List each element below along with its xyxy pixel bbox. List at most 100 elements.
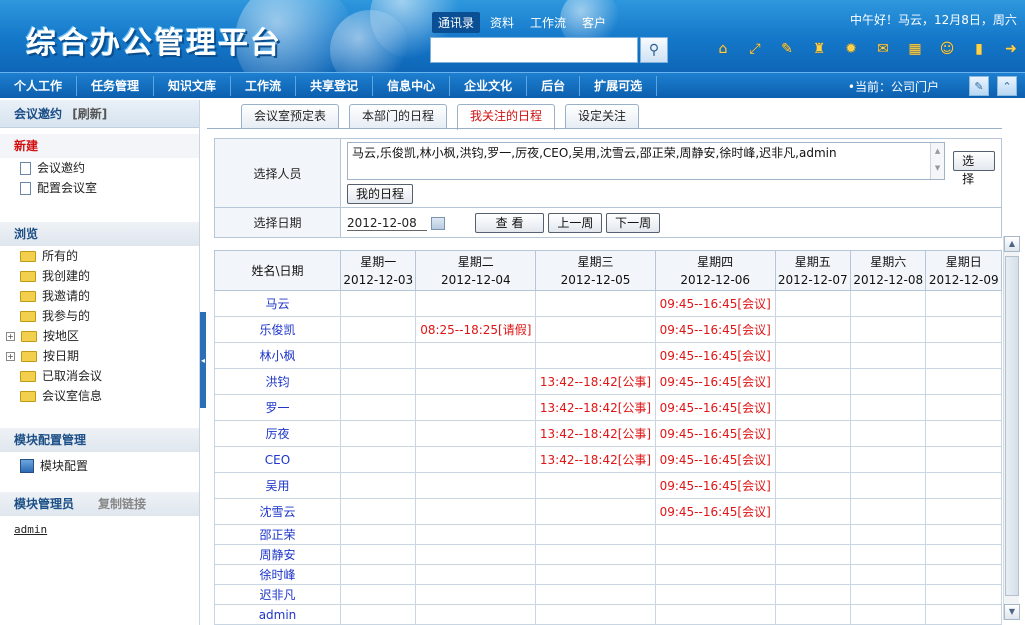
top-tab-customers[interactable]: 客户 [576, 12, 612, 33]
schedule-event[interactable]: 09:45--16:45[会议] [654, 394, 776, 421]
view-button[interactable]: 查 看 [474, 212, 545, 233]
folder-icon [20, 310, 36, 322]
expand-plus-icon[interactable]: + [6, 351, 15, 361]
schedule-cell [849, 584, 927, 605]
tab-room-booking[interactable]: 会议室预定表 [241, 104, 340, 128]
person-name-link[interactable]: 洪钧 [214, 368, 341, 395]
home-icon[interactable]: ⌂ [712, 38, 734, 60]
person-name-link[interactable]: 罗一 [214, 394, 341, 421]
textarea-scrollbar[interactable]: ▲ ▼ [930, 143, 945, 179]
top-tab-contacts[interactable]: 通讯录 [432, 12, 481, 33]
person-name-link[interactable]: 林小枫 [214, 342, 341, 369]
sidebar-item-config-room[interactable]: 配置会议室 [0, 178, 199, 198]
notes-icon[interactable]: ✎ [776, 38, 798, 60]
refresh-link[interactable]: [刷新] [72, 107, 107, 121]
calendar-icon[interactable] [430, 216, 445, 230]
schedule-event[interactable]: 09:45--16:45[会议] [654, 498, 776, 525]
person-name-link[interactable]: 周静安 [214, 544, 341, 565]
sidebar-collapse-handle[interactable]: ◂ [200, 312, 206, 408]
tab-set-follow[interactable]: 设定关注 [565, 104, 640, 128]
nav-extensions[interactable]: 扩展可选 [580, 75, 658, 96]
expand-plus-icon[interactable]: + [6, 331, 15, 341]
copy-link[interactable]: 复制链接 [98, 497, 146, 511]
sun-icon[interactable]: ✹ [840, 38, 862, 60]
nav-workflow[interactable]: 工作流 [231, 75, 297, 96]
arrows-icon[interactable]: ⤢ [744, 38, 766, 60]
sidebar-item-created[interactable]: 我创建的 [0, 266, 199, 286]
sidebar-item-room-info[interactable]: 会议室信息 [0, 386, 199, 406]
schedule-cell [535, 316, 656, 343]
sidebar-item-module-config[interactable]: 模块配置 [0, 456, 199, 476]
nav-task-management[interactable]: 任务管理 [77, 75, 155, 96]
sidebar-item-participated[interactable]: 我参与的 [0, 306, 199, 326]
calendar-icon[interactable]: ▦ [904, 38, 926, 60]
people-textarea[interactable]: 马云,乐俊凯,林小枫,洪钧,罗一,厉夜,CEO,吴用,沈雪云,邵正荣,周静安,徐… [347, 142, 946, 180]
schedule-cell [925, 584, 1002, 605]
person-name-link[interactable]: 乐俊凯 [214, 316, 341, 343]
search-button[interactable]: ⚲ [640, 37, 668, 63]
schedule-event[interactable]: 09:45--16:45[会议] [654, 316, 776, 343]
prev-week-button[interactable]: 上一周 [548, 212, 603, 233]
nav-info-center[interactable]: 信息中心 [373, 75, 451, 96]
sidebar-item-cancelled[interactable]: 已取消会议 [0, 366, 199, 386]
select-person-button[interactable]: 选择 [953, 151, 995, 186]
tab-followed-schedule[interactable]: 我关注的日程 [457, 104, 556, 130]
schedule-cell [774, 368, 852, 395]
person-name-link[interactable]: 厉夜 [214, 420, 341, 447]
scroll-up-icon[interactable]: ▲ [1004, 236, 1020, 252]
sidebar-item-by-region[interactable]: + 按地区 [0, 326, 199, 346]
person-name-link[interactable]: 迟非凡 [214, 584, 341, 605]
edit-icon[interactable]: ✎ [969, 76, 989, 96]
nav-personal-work[interactable]: 个人工作 [0, 75, 78, 96]
schedule-event[interactable]: 09:45--16:45[会议] [654, 420, 776, 447]
schedule-cell [654, 544, 776, 565]
person-name-link[interactable]: 沈雪云 [214, 498, 341, 525]
search-input[interactable] [430, 37, 638, 63]
admin-link[interactable]: admin [0, 520, 199, 540]
schedule-event[interactable]: 09:45--16:45[会议] [654, 446, 776, 473]
person-name-link[interactable]: 徐时峰 [214, 564, 341, 585]
top-tab-docs[interactable]: 资料 [484, 12, 520, 33]
vertical-scrollbar[interactable]: ▲ ▼ [1003, 236, 1020, 620]
schedule-cell [774, 446, 852, 473]
scroll-thumb[interactable] [1005, 256, 1019, 596]
sidebar-item-invited[interactable]: 我邀请的 [0, 286, 199, 306]
schedule-event[interactable]: 09:45--16:45[会议] [654, 342, 776, 369]
person-name-link[interactable]: 马云 [214, 290, 341, 317]
next-week-button[interactable]: 下一周 [606, 212, 661, 233]
contacts-icon[interactable]: ☺ [936, 38, 958, 60]
person-name-link[interactable]: 邵正荣 [214, 524, 341, 545]
nav-corporate-culture[interactable]: 企业文化 [450, 75, 528, 96]
nav-shared-registry[interactable]: 共享登记 [296, 75, 374, 96]
mail-icon[interactable]: ✉ [872, 38, 894, 60]
schedule-event[interactable]: 13:42--18:42[公事] [535, 420, 656, 447]
logout-icon[interactable]: ➜ [1000, 38, 1022, 60]
schedule-cell [849, 342, 927, 369]
sidebar-item-by-date[interactable]: + 按日期 [0, 346, 199, 366]
schedule-event[interactable]: 09:45--16:45[会议] [654, 368, 776, 395]
my-schedule-button[interactable]: 我的日程 [347, 184, 414, 204]
schedule-event[interactable]: 08:25--18:25[请假] [415, 316, 537, 343]
schedule-cell [849, 524, 927, 545]
folder-icon[interactable]: ▮ [968, 38, 990, 60]
nav-knowledge[interactable]: 知识文库 [154, 75, 232, 96]
schedule-event[interactable]: 13:42--18:42[公事] [535, 446, 656, 473]
scroll-down-icon[interactable]: ▼ [1004, 604, 1020, 620]
sidebar-item-all[interactable]: 所有的 [0, 246, 199, 266]
top-tab-workflow[interactable]: 工作流 [524, 12, 572, 33]
schedule-event[interactable]: 13:42--18:42[公事] [535, 368, 656, 395]
person-name-link[interactable]: 吴用 [214, 472, 341, 499]
person-name-link[interactable]: admin [214, 604, 341, 625]
schedule-event[interactable]: 13:42--18:42[公事] [535, 394, 656, 421]
schedule-event[interactable]: 09:45--16:45[会议] [654, 472, 776, 499]
schedule-event[interactable]: 09:45--16:45[会议] [654, 290, 776, 317]
collapse-up-icon[interactable]: ⌃ [997, 76, 1017, 96]
date-input[interactable]: 2012-12-08 [347, 216, 427, 231]
nav-admin[interactable]: 后台 [527, 75, 581, 96]
shirt-icon[interactable]: ♜ [808, 38, 830, 60]
person-name-link[interactable]: CEO [214, 446, 341, 473]
tab-department-schedule[interactable]: 本部门的日程 [349, 104, 448, 128]
weekday-label: 星期六 [870, 254, 907, 269]
sidebar-item-meeting-invite[interactable]: 会议邀约 [0, 158, 199, 178]
date-label: 2012-12-03 [343, 272, 414, 287]
